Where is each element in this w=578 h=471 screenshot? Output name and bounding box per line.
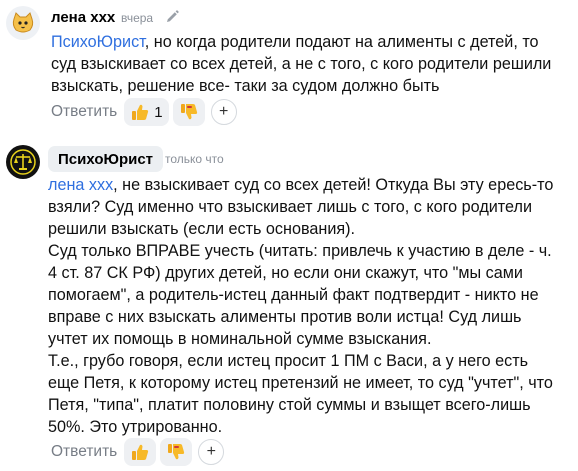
scales-icon (10, 149, 36, 175)
user-avatar[interactable] (6, 6, 40, 40)
comment: ПсихоЮрист только что лена ххх, не взыск… (0, 138, 578, 471)
thumbs-up-icon (132, 444, 149, 460)
reply-button[interactable]: Ответить (51, 443, 117, 461)
cat-icon (12, 12, 34, 33)
mention-link[interactable]: лена ххх (48, 176, 113, 194)
like-button[interactable]: 1 (124, 98, 169, 126)
comment: лена ххх вчера ПсихоЮрист, но когда роди… (0, 0, 578, 130)
author-name[interactable]: ПсихоЮрист (48, 146, 164, 172)
reply-button[interactable]: Ответить (51, 103, 117, 121)
plus-icon: + (206, 443, 216, 460)
thumbs-up-icon (132, 104, 149, 120)
add-reaction-button[interactable]: + (210, 99, 237, 125)
dislike-button[interactable] (172, 98, 205, 126)
like-button[interactable] (124, 438, 157, 466)
user-avatar[interactable] (6, 145, 40, 179)
comment-actions: Ответить + (51, 438, 225, 466)
comment-time: вчера (121, 11, 154, 25)
add-reaction-button[interactable]: + (198, 439, 225, 465)
comment-text: ПсихоЮрист, но когда родители подают на … (51, 33, 552, 95)
thumbs-down-icon (180, 104, 197, 120)
mention-link[interactable]: ПсихоЮрист (51, 33, 145, 51)
like-count: 1 (154, 103, 163, 121)
pencil-icon[interactable] (164, 9, 180, 25)
thumbs-down-icon (168, 444, 185, 460)
plus-icon: + (218, 103, 229, 120)
author-name[interactable]: лена ххх (51, 9, 115, 26)
comment-time: только что (165, 152, 224, 166)
dislike-button[interactable] (160, 438, 193, 466)
comment-text: лена ххх, не взыскивает суд со всех дете… (48, 176, 554, 436)
comment-actions: Ответить 1 + (51, 98, 237, 126)
